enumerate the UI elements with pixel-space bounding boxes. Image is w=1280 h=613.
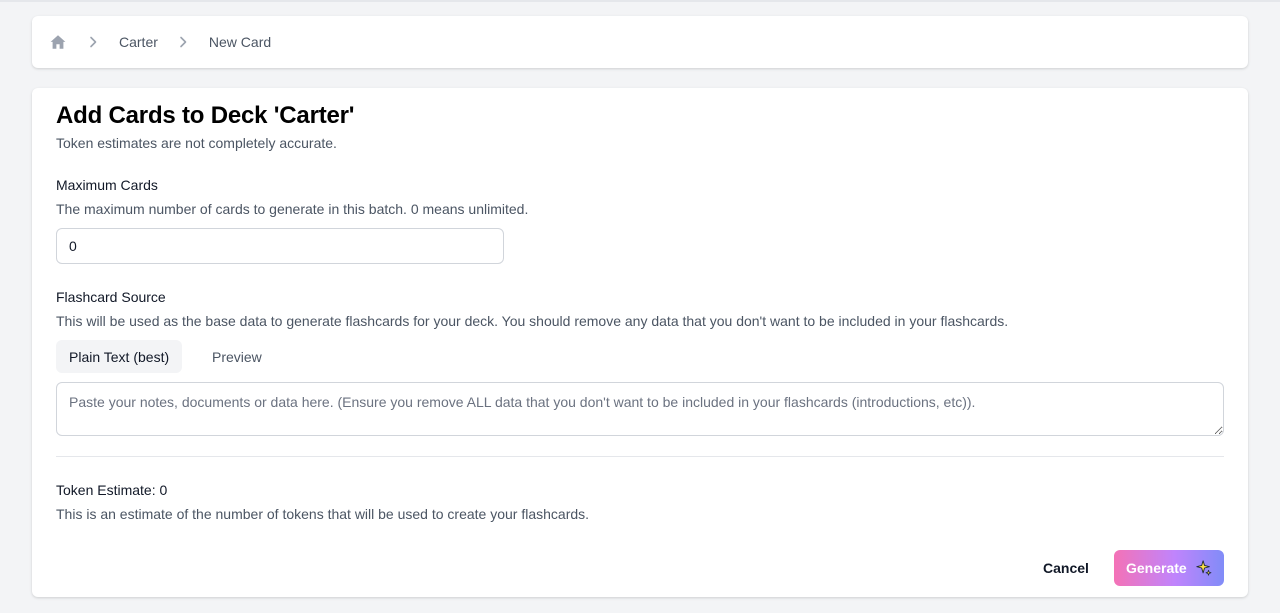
breadcrumb-item-new-card[interactable]: New Card bbox=[209, 34, 271, 50]
flashcard-source-label: Flashcard Source bbox=[56, 289, 166, 305]
cancel-button[interactable]: Cancel bbox=[1032, 550, 1100, 586]
token-estimate-help: This is an estimate of the number of tok… bbox=[56, 506, 590, 522]
add-cards-form: Add Cards to Deck 'Carter' Token estimat… bbox=[32, 88, 1248, 597]
max-cards-help: The maximum number of cards to generate … bbox=[56, 201, 529, 217]
flashcard-source-help: This will be used as the base data to ge… bbox=[56, 313, 1009, 329]
page-title: Add Cards to Deck 'Carter' bbox=[56, 102, 355, 129]
tab-preview[interactable]: Preview bbox=[199, 340, 275, 373]
max-cards-label: Maximum Cards bbox=[56, 177, 158, 193]
sparkle-icon bbox=[1195, 559, 1213, 577]
chevron-right-icon bbox=[83, 32, 103, 52]
tab-plain-text[interactable]: Plain Text (best) bbox=[56, 340, 183, 373]
tab-preview-label: Preview bbox=[212, 348, 262, 365]
page-subtitle: Token estimates are not completely accur… bbox=[56, 135, 337, 151]
token-estimate-label: Token Estimate: 0 bbox=[56, 482, 168, 498]
divider bbox=[56, 456, 1224, 457]
chevron-right-icon bbox=[173, 32, 193, 52]
top-border bbox=[0, 0, 1280, 2]
generate-button-label: Generate bbox=[1126, 560, 1187, 576]
breadcrumb: Carter New Card bbox=[32, 16, 1248, 68]
generate-button[interactable]: Generate bbox=[1114, 550, 1224, 586]
flashcard-source-textarea[interactable] bbox=[56, 382, 1224, 436]
tab-plain-text-label: Plain Text (best) bbox=[69, 348, 170, 365]
max-cards-input[interactable] bbox=[56, 228, 504, 264]
home-icon[interactable] bbox=[48, 32, 68, 52]
breadcrumb-item-deck[interactable]: Carter bbox=[119, 34, 158, 50]
cancel-button-label: Cancel bbox=[1043, 560, 1089, 576]
